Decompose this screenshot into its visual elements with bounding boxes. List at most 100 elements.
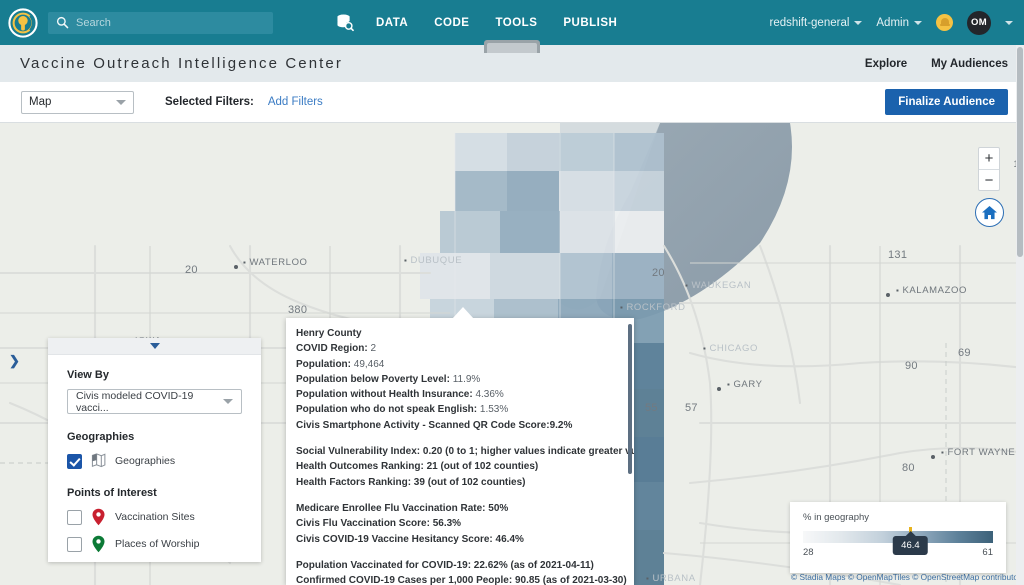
popup-spacer [296, 433, 624, 444]
nav-link-code[interactable]: CODE [434, 17, 469, 29]
map-controls-panel: View By Civis modeled COVID-19 vacci... … [48, 338, 261, 562]
map-zoom-controls: + − [978, 147, 1000, 191]
admin-menu-label: Admin [876, 16, 909, 29]
popup-spacer [296, 490, 624, 501]
map-pin-icon [92, 508, 105, 526]
popup-row-label: Population without Health Insurance: [296, 389, 473, 401]
nav-link-publish[interactable]: PUBLISH [563, 17, 617, 29]
geographies-checkbox[interactable] [67, 453, 82, 469]
selected-filters-label: Selected Filters: [165, 96, 254, 108]
chevron-down-icon [149, 343, 160, 349]
popup-row: Population Vaccinated for COVID-19: 22.6… [296, 558, 624, 573]
search-icon [56, 16, 69, 29]
civis-logo[interactable] [0, 7, 45, 38]
chevron-down-icon [854, 20, 863, 25]
vaccination-sites-checkbox[interactable] [67, 509, 82, 525]
popup-row: Population: 49,464 [296, 357, 624, 372]
add-filters-link[interactable]: Add Filters [268, 96, 323, 108]
org-switcher[interactable]: redshift-general [769, 16, 863, 29]
page-scrollbar-thumb[interactable] [1017, 47, 1023, 257]
chevron-down-icon [223, 399, 233, 404]
map-home-button[interactable] [975, 198, 1004, 227]
nav-link-data[interactable]: DATA [376, 17, 408, 29]
popup-row-value: 11.9% [449, 373, 481, 385]
popup-row: Civis COVID-19 Vaccine Hesitancy Score: … [296, 532, 624, 547]
header-link-my-audiences[interactable]: My Audiences [931, 58, 1008, 70]
header-link-explore[interactable]: Explore [865, 58, 907, 70]
geographies-label: Geographies [115, 455, 176, 467]
popup-title: Henry County [296, 328, 362, 339]
toolbar: Map Selected Filters: Add Filters Finali… [0, 82, 1024, 123]
popup-row-value: 2 [367, 343, 377, 355]
drawer-handle[interactable] [484, 40, 540, 53]
popup-row: Confirmed COVID-19 Cases per 1,000 Peopl… [296, 573, 627, 585]
popup-row: Civis Flu Vaccination Score: 56.3% [296, 516, 624, 531]
org-switcher-label: redshift-general [769, 16, 850, 29]
vaccination-sites-label: Vaccination Sites [115, 511, 195, 523]
avatar[interactable]: OM [967, 10, 991, 35]
geographies-row[interactable]: Geographies [67, 452, 242, 470]
panel-collapse-header[interactable] [48, 338, 261, 355]
popup-row: COVID Region: 2 [296, 341, 624, 356]
points-of-interest-title: Points of Interest [67, 487, 157, 499]
legend-marker-value: 46.4 [893, 536, 928, 555]
civis-logo-icon [7, 7, 38, 38]
popup-row: Social Vulnerability Index: 0.20 (0 to 1… [296, 444, 634, 459]
top-navigation-bar: DATA CODE TOOLS PUBLISH redshift-general… [0, 0, 1024, 45]
map-pin-icon [92, 535, 105, 553]
panel-expand-chevron[interactable]: ❯ [9, 353, 20, 369]
popup-row: Health Factors Ranking: 39 (out of 102 c… [296, 475, 624, 490]
legend-max: 61 [982, 547, 993, 558]
header-links: Explore My Audiences [865, 58, 1024, 70]
popup-row-value: 4.36% [472, 389, 504, 401]
popup-pointer [452, 307, 474, 319]
home-icon [982, 205, 997, 220]
page-scrollbar[interactable] [1016, 45, 1024, 585]
poi-row-places-of-worship[interactable]: Places of Worship [67, 535, 242, 553]
search-input[interactable] [76, 16, 265, 29]
panel-body: View By Civis modeled COVID-19 vacci... … [48, 355, 261, 553]
popup-row-label: Social Vulnerability Index: 0.20 (0 to 1… [296, 446, 634, 458]
popup-row-label: Confirmed COVID-19 Cases per 1,000 Peopl… [296, 575, 627, 585]
zoom-out-button[interactable]: − [979, 169, 999, 190]
admin-menu[interactable]: Admin [876, 17, 922, 29]
popup-row-value: 49,464 [351, 358, 385, 370]
legend-min: 28 [803, 547, 814, 558]
map-legend: % in geography 28 61 46.4 [790, 502, 1006, 573]
popup-row: Health Outcomes Ranking: 21 (out of 102 … [296, 459, 624, 474]
popup-row: Medicare Enrollee Flu Vaccination Rate: … [296, 501, 624, 516]
popup-row-label: Population below Poverty Level: [296, 373, 450, 385]
popup-row-label: Population who do not speak English: [296, 404, 478, 416]
nav-link-tools[interactable]: TOOLS [495, 17, 537, 29]
primary-nav-links: DATA CODE TOOLS PUBLISH [376, 17, 617, 29]
places-of-worship-label: Places of Worship [115, 538, 200, 550]
view-by-value: Civis modeled COVID-19 vacci... [76, 389, 194, 414]
app-root: DATA CODE TOOLS PUBLISH redshift-general… [0, 0, 1024, 585]
finalize-audience-button[interactable]: Finalize Audience [885, 89, 1008, 115]
poi-row-vaccination-sites[interactable]: Vaccination Sites [67, 508, 242, 526]
chevron-down-icon [914, 20, 922, 25]
places-of-worship-checkbox[interactable] [67, 536, 82, 552]
view-mode-value: Map [29, 96, 52, 108]
popup-row-label: Population: [296, 358, 351, 370]
popup-scrollbar[interactable] [628, 324, 632, 474]
popup-row: Population below Poverty Level: 11.9% [296, 372, 624, 387]
search-box[interactable] [48, 11, 273, 34]
database-search-icon[interactable] [335, 13, 354, 32]
bell-icon[interactable] [936, 14, 953, 31]
popup-row-label: Civis Flu Vaccination Score: 56.3% [296, 518, 462, 530]
database-search-icon-glyph [337, 14, 354, 32]
view-by-select[interactable]: Civis modeled COVID-19 vacci... [67, 389, 242, 414]
popup-row: Population without Health Insurance: 4.3… [296, 387, 624, 402]
popup-row-value: 1.53% [477, 404, 509, 416]
zoom-in-button[interactable]: + [979, 148, 999, 169]
chevron-down-icon[interactable] [1005, 20, 1013, 25]
geography-shape-icon [91, 453, 106, 468]
popup-row: Population who do not speak English: 1.5… [296, 402, 624, 417]
map-attribution: © Stadia Maps © OpenMapTiles © OpenStree… [791, 572, 1018, 582]
popup-row-label: COVID Region: [296, 343, 368, 355]
popup-row-label: Medicare Enrollee Flu Vaccination Rate: … [296, 502, 509, 514]
view-mode-select[interactable]: Map [21, 90, 134, 114]
chevron-down-icon [116, 99, 126, 105]
popup-spacer [296, 547, 624, 558]
